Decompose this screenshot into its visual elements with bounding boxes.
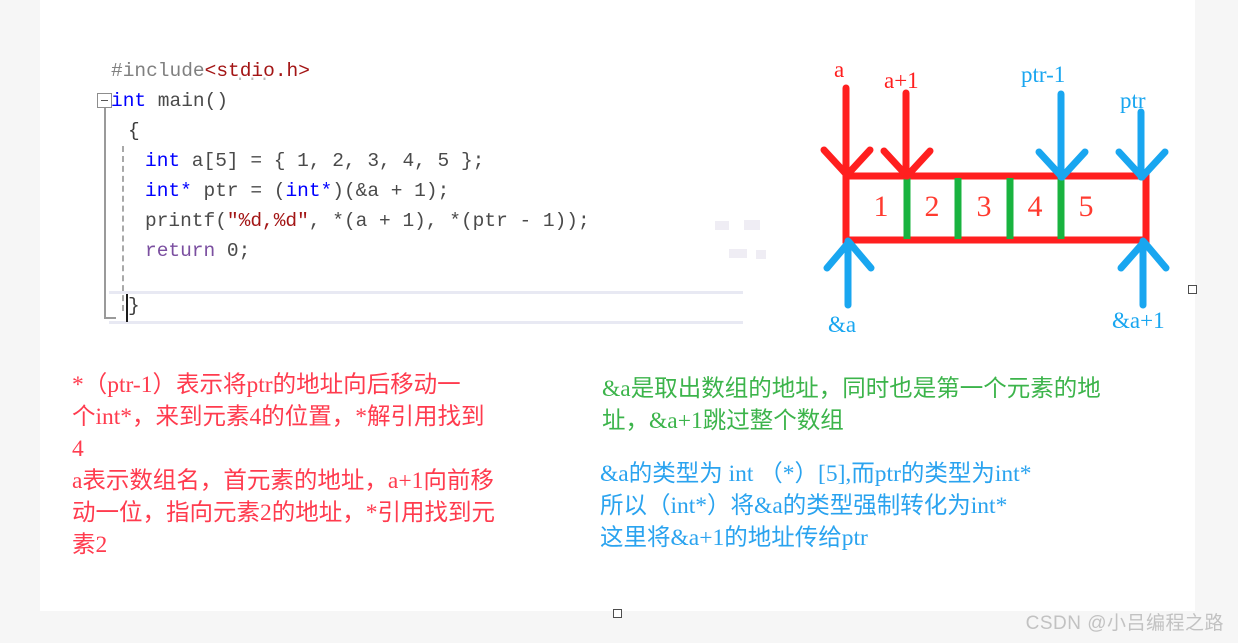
code-token: main() (146, 90, 229, 112)
array-cell-value: 5 (1078, 190, 1094, 223)
code-token: )(&a + 1); (332, 180, 450, 202)
resize-handle-bottom[interactable] (613, 609, 622, 618)
note-right-green: &a是取出数组的地址，同时也是第一个元素的地 址，&a+1跳过整个数组 (602, 376, 1101, 434)
code-token: { (128, 120, 140, 142)
array-cell-value: 3 (976, 190, 992, 223)
artifact-mark (744, 220, 760, 230)
code-token: int* (285, 180, 333, 202)
note-right-blue: &a的类型为 int （*）[5],而ptr的类型为int* 所以（int*）将… (600, 461, 1032, 551)
array-cell-value: 1 (873, 190, 889, 223)
label-ptr-minus-1: ptr-1 (1021, 62, 1066, 87)
code-token: return (145, 240, 216, 262)
fold-gutter-line (104, 103, 106, 319)
code-line: printf("%d,%d", *(a + 1), *(ptr - 1)); (145, 206, 590, 236)
array-cell-value: 2 (924, 190, 940, 223)
code-line: #include<stdio.h> (111, 56, 310, 86)
label-ptr: ptr (1120, 88, 1146, 113)
code-token: 0; (215, 240, 251, 262)
code-token: int (145, 150, 181, 172)
code-token: <stdio.h> (204, 60, 310, 82)
screenshot-root: ... #include<stdio.h> int main(){int a[5]… (0, 0, 1238, 643)
label-addr-a-plus-1: &a+1 (1112, 308, 1165, 333)
label-a: a (834, 57, 845, 82)
code-token: int (111, 90, 147, 112)
code-line: return 0; (145, 236, 250, 266)
collapse-toggle-icon[interactable] (97, 93, 112, 108)
code-token: int* (145, 180, 192, 202)
artifact-mark (715, 221, 729, 230)
indent-guide (122, 146, 124, 311)
code-line: int* ptr = (int*)(&a + 1); (145, 176, 449, 206)
note-left-red: *（ptr-1）表示将ptr的地址向后移动一 个int*，来到元素4的位置，*解… (72, 372, 495, 558)
artifact-mark (729, 249, 747, 258)
code-token: ptr = ( (191, 180, 286, 202)
code-token: } (128, 295, 140, 317)
code-line: } (128, 291, 140, 321)
code-line: int a[5] = { 1, 2, 3, 4, 5 }; (145, 146, 484, 176)
code-line: { (128, 116, 140, 146)
code-token: a[5] = { 1, 2, 3, 4, 5 }; (180, 150, 485, 172)
code-token: printf( (145, 210, 227, 232)
label-addr-a: &a (828, 312, 857, 337)
code-token: "%d,%d" (226, 210, 309, 232)
artifact-mark (756, 250, 766, 259)
code-token: , *(a + 1), *(ptr - 1)); (308, 210, 590, 232)
resize-handle-right[interactable] (1188, 285, 1197, 294)
current-line-highlight (109, 291, 743, 324)
watermark: CSDN @小吕编程之路 (1025, 613, 1224, 634)
array-cell-value: 4 (1027, 190, 1043, 223)
code-token: #include (111, 60, 205, 82)
code-editor[interactable]: ... #include<stdio.h> int main(){int a[5]… (95, 28, 766, 324)
label-a-plus-1: a+1 (884, 68, 919, 93)
code-line: int main() (111, 86, 228, 116)
